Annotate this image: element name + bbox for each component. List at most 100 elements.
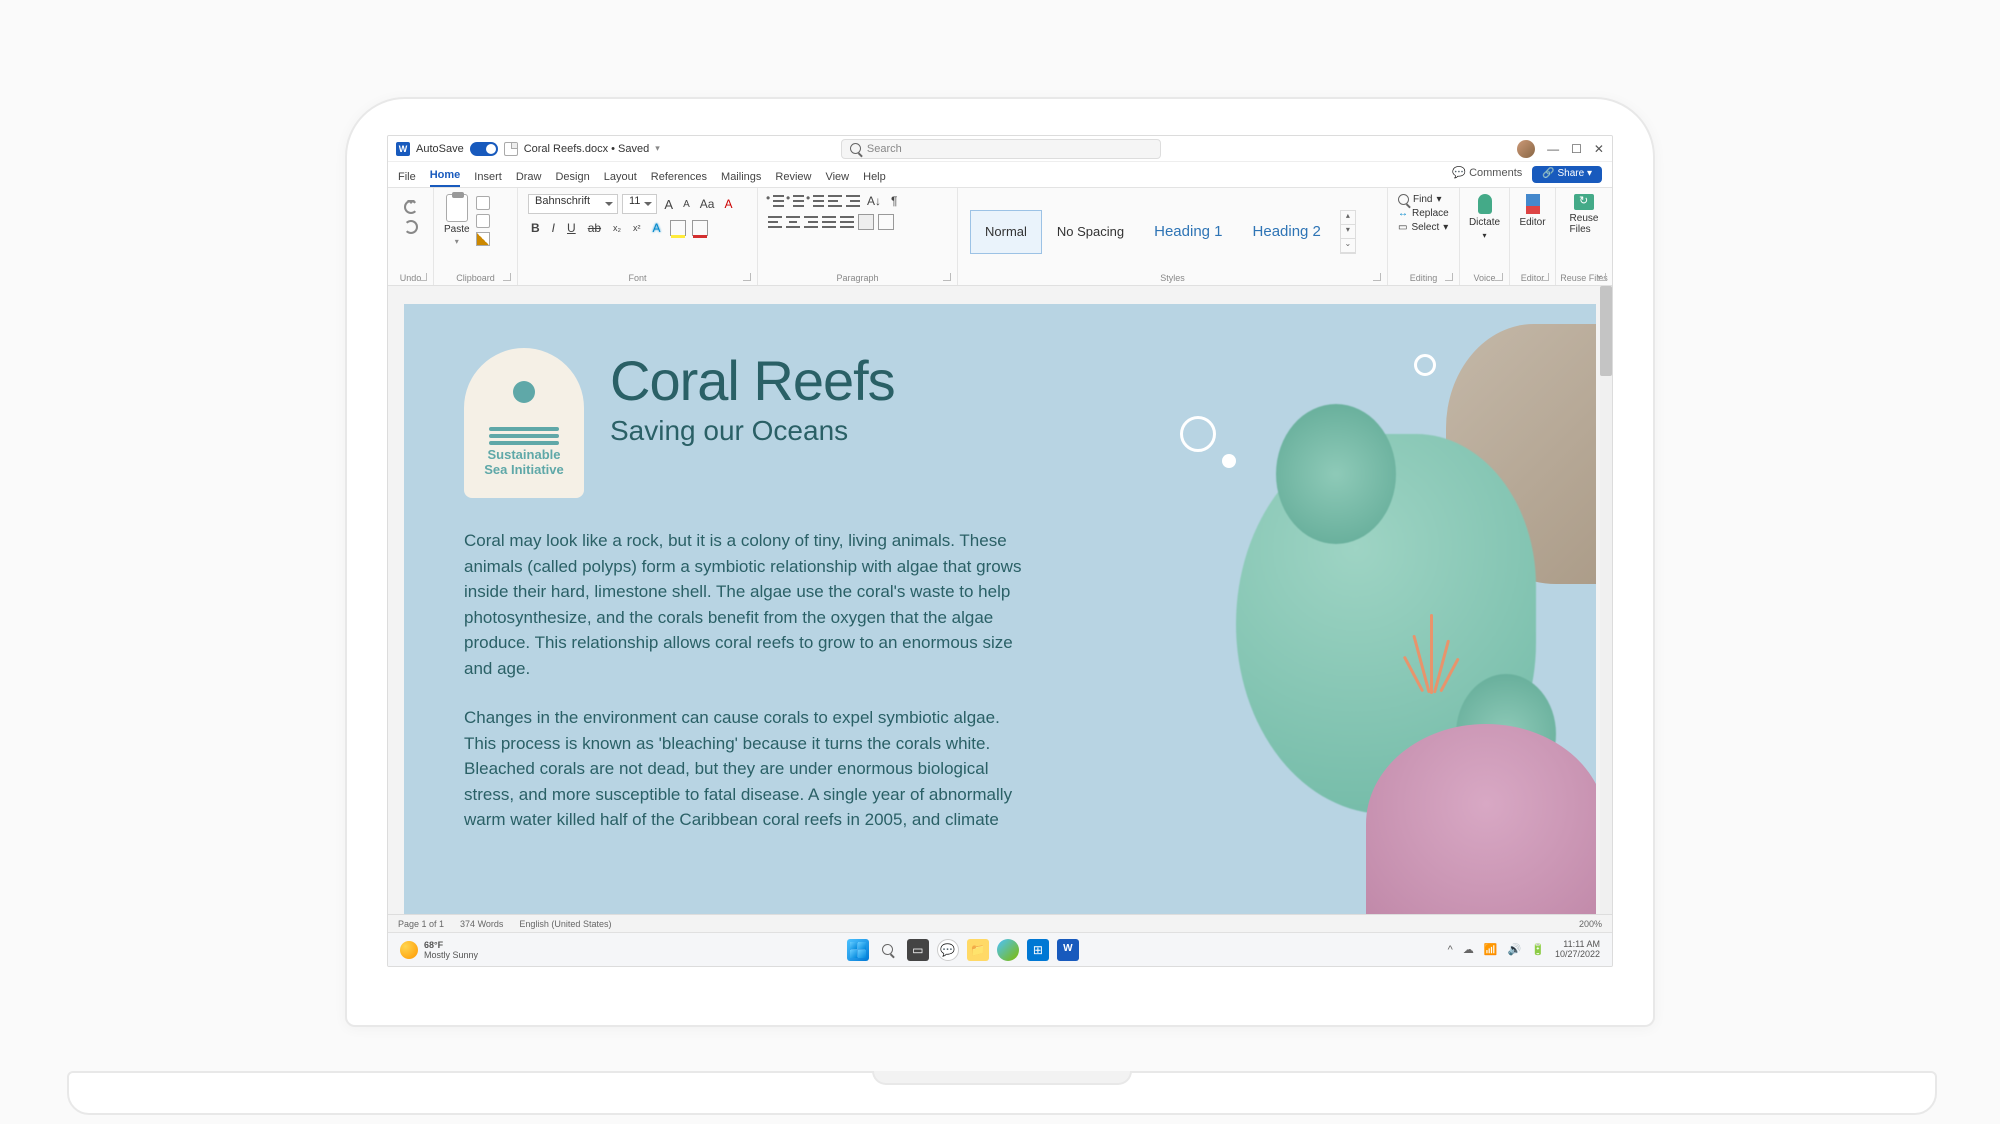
document-name[interactable]: Coral Reefs.docx • Saved [524, 143, 650, 155]
reuse-files-button[interactable]: Reuse Files [1566, 194, 1603, 235]
document-canvas[interactable]: Sustainable Sea Initiative Coral Reefs S… [388, 286, 1612, 914]
style-no-spacing[interactable]: No Spacing [1042, 210, 1139, 254]
editor-button[interactable]: Editor [1515, 194, 1549, 228]
zoom-level[interactable]: 200% [1579, 919, 1602, 929]
style-heading-1[interactable]: Heading 1 [1139, 210, 1237, 254]
italic-button[interactable]: I [549, 221, 558, 235]
maximize-button[interactable]: ☐ [1571, 142, 1582, 156]
taskbar-clock[interactable]: 11:11 AM 10/27/2022 [1555, 940, 1600, 960]
justify-icon[interactable] [822, 216, 836, 228]
tab-view[interactable]: View [825, 171, 849, 187]
language[interactable]: English (United States) [519, 919, 611, 929]
taskbar: 68°F Mostly Sunny ▭ 💬 📁 ⊞ W ^ ☁ 📶 🔊 🔋 [388, 932, 1612, 966]
tab-file[interactable]: File [398, 171, 416, 187]
tab-layout[interactable]: Layout [604, 171, 637, 187]
tab-mailings[interactable]: Mailings [721, 171, 761, 187]
minimize-button[interactable]: — [1547, 142, 1559, 156]
line-spacing-icon[interactable] [840, 216, 854, 228]
tab-help[interactable]: Help [863, 171, 886, 187]
doc-name-dropdown-icon[interactable]: ▾ [655, 143, 660, 154]
tab-review[interactable]: Review [775, 171, 811, 187]
group-label-undo: Undo [388, 273, 433, 283]
tab-references[interactable]: References [651, 171, 707, 187]
store-icon[interactable]: ⊞ [1027, 939, 1049, 961]
strike-button[interactable]: ab [585, 221, 604, 235]
numbering-icon[interactable] [788, 195, 804, 207]
redo-icon[interactable] [404, 220, 418, 234]
style-normal[interactable]: Normal [970, 210, 1042, 254]
taskbar-weather[interactable]: 68°F Mostly Sunny [400, 940, 478, 960]
document-page[interactable]: Sustainable Sea Initiative Coral Reefs S… [404, 304, 1596, 914]
undo-icon[interactable] [404, 200, 418, 214]
tab-design[interactable]: Design [555, 171, 589, 187]
clear-format-icon[interactable]: A [721, 197, 735, 211]
replace-button[interactable]: ↔Replace [1398, 208, 1449, 219]
file-explorer-icon[interactable]: 📁 [967, 939, 989, 961]
taskbar-search-icon[interactable] [877, 939, 899, 961]
page-count[interactable]: Page 1 of 1 [398, 919, 444, 929]
vertical-scrollbar[interactable] [1600, 286, 1612, 914]
underline-button[interactable]: U [564, 221, 579, 235]
grow-font-icon[interactable]: A [661, 197, 676, 212]
paragraph-2[interactable]: Changes in the environment can cause cor… [464, 705, 1024, 833]
dictate-button[interactable]: Dictate▾ [1465, 194, 1504, 240]
collapse-ribbon-icon[interactable]: ⌄ [1595, 268, 1604, 281]
align-left-icon[interactable] [768, 216, 782, 228]
select-button[interactable]: ▭Select ▾ [1398, 222, 1449, 233]
subscript-button[interactable]: x₂ [610, 223, 624, 233]
onedrive-icon[interactable]: ☁ [1463, 943, 1474, 956]
bullets-icon[interactable] [768, 195, 784, 207]
multilevel-icon[interactable] [808, 195, 824, 207]
user-avatar[interactable] [1517, 140, 1535, 158]
document-body[interactable]: Coral may look like a rock, but it is a … [464, 498, 1024, 833]
tab-home[interactable]: Home [430, 169, 461, 187]
style-heading-2[interactable]: Heading 2 [1238, 210, 1336, 254]
font-color-icon[interactable] [692, 220, 708, 236]
find-button[interactable]: Find ▾ [1398, 194, 1449, 205]
battery-icon[interactable]: 🔋 [1531, 943, 1545, 956]
paste-button[interactable]: Paste ▾ [444, 194, 470, 283]
inc-indent-icon[interactable] [846, 195, 860, 207]
shrink-font-icon[interactable]: A [680, 199, 693, 210]
shading-icon[interactable] [858, 214, 874, 230]
search-box[interactable]: Search [841, 139, 1161, 159]
tab-draw[interactable]: Draw [516, 171, 542, 187]
edge-icon[interactable] [997, 939, 1019, 961]
highlight-color-icon[interactable] [670, 220, 686, 236]
sort-icon[interactable]: A↓ [864, 194, 884, 208]
comments-button[interactable]: 💬 Comments [1452, 166, 1522, 183]
word-count[interactable]: 374 Words [460, 919, 503, 929]
paragraph-1[interactable]: Coral may look like a rock, but it is a … [464, 528, 1024, 681]
chat-icon[interactable]: 💬 [937, 939, 959, 961]
change-case-icon[interactable]: Aa [697, 197, 718, 211]
cut-icon[interactable] [476, 196, 490, 210]
task-view-icon[interactable]: ▭ [907, 939, 929, 961]
borders-icon[interactable] [878, 214, 894, 230]
superscript-button[interactable]: x² [630, 223, 644, 233]
word-taskbar-icon[interactable]: W [1057, 939, 1079, 961]
show-marks-icon[interactable]: ¶ [888, 194, 900, 208]
align-center-icon[interactable] [786, 216, 800, 228]
autosave-toggle[interactable] [470, 142, 498, 156]
copy-icon[interactable] [476, 214, 490, 228]
start-button[interactable] [847, 939, 869, 961]
group-undo: Undo [388, 188, 434, 285]
align-right-icon[interactable] [804, 216, 818, 228]
group-styles: Normal No Spacing Heading 1 Heading 2 ▴▾… [958, 188, 1388, 285]
scrollbar-thumb[interactable] [1600, 286, 1612, 376]
share-button[interactable]: 🔗 Share ▾ [1532, 166, 1602, 183]
format-painter-icon[interactable] [476, 232, 490, 246]
reuse-files-icon [1574, 194, 1594, 210]
tray-chevron-icon[interactable]: ^ [1448, 944, 1453, 956]
tab-insert[interactable]: Insert [474, 171, 502, 187]
bold-button[interactable]: B [528, 221, 543, 235]
font-name-select[interactable]: Bahnschrift [528, 194, 618, 214]
close-button[interactable]: ✕ [1594, 142, 1604, 156]
wifi-icon[interactable]: 📶 [1484, 943, 1498, 956]
ribbon-tabs: File Home Insert Draw Design Layout Refe… [388, 162, 1612, 188]
text-effects-icon[interactable]: A [650, 221, 664, 235]
volume-icon[interactable]: 🔊 [1508, 943, 1522, 956]
styles-gallery-scroller[interactable]: ▴▾⌄ [1340, 210, 1356, 254]
dec-indent-icon[interactable] [828, 195, 842, 207]
font-size-select[interactable]: 11 [622, 194, 657, 214]
